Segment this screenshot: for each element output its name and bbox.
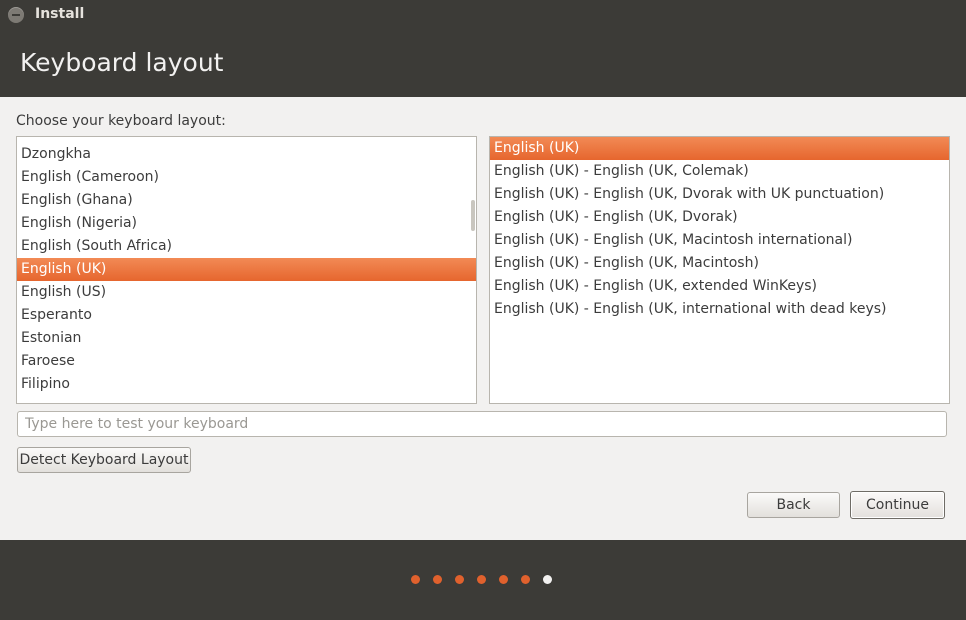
list-item[interactable]: Dzongkha <box>17 143 476 166</box>
progress-dot <box>411 575 420 584</box>
list-item[interactable]: English (Nigeria) <box>17 212 476 235</box>
list-item[interactable]: English (Cameroon) <box>17 166 476 189</box>
list-item[interactable]: English (UK) - English (UK, Macintosh in… <box>490 229 949 252</box>
layout-list[interactable]: Dzongkha English (Cameroon) English (Ghana… <box>16 136 477 404</box>
list-item[interactable]: English (UK) - English (UK, Dvorak) <box>490 206 949 229</box>
progress-dot <box>433 575 442 584</box>
list-item[interactable]: English (US) <box>17 281 476 304</box>
list-item[interactable]: Faroese <box>17 350 476 373</box>
back-button[interactable]: Back <box>747 492 840 518</box>
list-item[interactable]: English (UK) <box>490 137 949 160</box>
progress-dot <box>455 575 464 584</box>
list-item[interactable]: Estonian <box>17 327 476 350</box>
list-item[interactable]: English (UK) - English (UK, internationa… <box>490 298 949 321</box>
list-item[interactable]: English (UK) - English (UK, Macintosh) <box>490 252 949 275</box>
detect-layout-button[interactable]: Detect Keyboard Layout <box>17 447 191 473</box>
list-item[interactable]: English (UK) - English (UK, extended Win… <box>490 275 949 298</box>
progress-dot <box>521 575 530 584</box>
list-item[interactable]: English (Ghana) <box>17 189 476 212</box>
layout-prompt: Choose your keyboard layout: <box>16 113 226 129</box>
list-item[interactable]: Esperanto <box>17 304 476 327</box>
page-title: Keyboard layout <box>20 48 224 77</box>
continue-button[interactable]: Continue <box>850 491 945 519</box>
list-item[interactable]: Filipino <box>17 373 476 396</box>
list-item[interactable]: English (UK) <box>17 258 476 281</box>
window-title: Install <box>35 6 85 22</box>
variant-list[interactable]: English (UK) English (UK) - English (UK, … <box>489 136 950 404</box>
list-item[interactable]: English (UK) - English (UK, Dvorak with … <box>490 183 949 206</box>
window-titlebar: Install <box>0 0 966 30</box>
keyboard-test-input[interactable] <box>17 411 947 437</box>
progress-footer <box>0 540 966 620</box>
main-content: Choose your keyboard layout: Dzongkha Eng… <box>0 97 966 540</box>
progress-dot <box>499 575 508 584</box>
list-item[interactable]: English (UK) - English (UK, Colemak) <box>490 160 949 183</box>
progress-dot <box>543 575 552 584</box>
progress-dot <box>477 575 486 584</box>
close-icon[interactable] <box>8 7 24 23</box>
list-item[interactable]: English (South Africa) <box>17 235 476 258</box>
page-header: Keyboard layout <box>0 30 966 97</box>
